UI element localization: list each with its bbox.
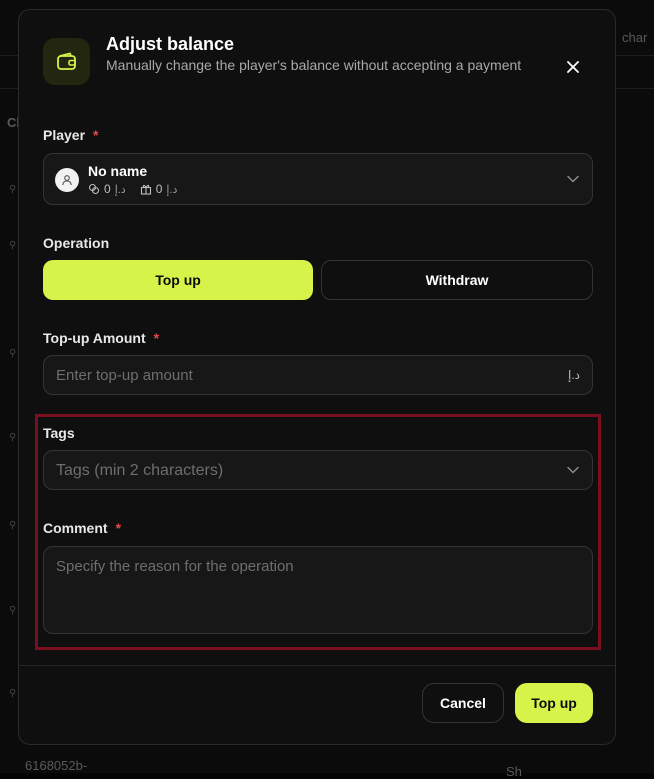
footer-divider	[19, 665, 615, 666]
player-label-text: Player	[43, 127, 86, 143]
user-icon: ⚲	[9, 520, 17, 531]
player-balances: 0 د.إ 0 د.إ	[88, 182, 177, 196]
modal-subtitle: Manually change the player's balance wit…	[106, 57, 522, 73]
chevron-down-icon	[567, 466, 579, 474]
amount-input[interactable]	[44, 356, 592, 394]
required-mark: *	[115, 520, 122, 536]
operation-top-up-button[interactable]: Top up	[43, 260, 313, 300]
comment-label: Comment *	[43, 520, 121, 536]
gift-icon	[140, 184, 151, 195]
wallet-icon	[43, 38, 90, 85]
comment-textarea[interactable]	[44, 547, 592, 633]
backdrop-text-fragment: char	[622, 30, 648, 45]
operation-label: Operation	[43, 235, 110, 251]
amount-label-text: Top-up Amount	[43, 330, 146, 346]
cancel-button[interactable]: Cancel	[422, 683, 504, 723]
user-icon: ⚲	[9, 688, 17, 699]
tags-label: Tags	[43, 425, 75, 441]
close-button[interactable]	[559, 53, 587, 81]
comment-field	[43, 546, 593, 634]
chevron-down-icon	[567, 175, 579, 183]
tags-select[interactable]: Tags (min 2 characters)	[43, 450, 593, 490]
user-icon: ⚲	[9, 605, 17, 616]
backdrop-text-fragment: 6168052b-	[25, 758, 88, 773]
comment-label-text: Comment	[43, 520, 108, 536]
modal-title: Adjust balance	[106, 34, 235, 54]
bonus-currency: د.إ	[166, 183, 178, 196]
amount-currency: د.إ	[567, 368, 580, 382]
player-label: Player *	[43, 127, 99, 143]
tags-placeholder: Tags (min 2 characters)	[56, 462, 224, 479]
avatar	[55, 168, 79, 192]
amount-label: Top-up Amount *	[43, 330, 159, 346]
bonus-value: 0	[155, 182, 163, 196]
user-icon: ⚲	[9, 184, 17, 195]
backdrop-text-fragment: Sh	[506, 764, 522, 779]
top-up-submit-button[interactable]: Top up	[515, 683, 593, 723]
balance-value: 0	[104, 182, 111, 196]
user-icon: ⚲	[9, 348, 17, 359]
coins-icon	[88, 183, 100, 195]
user-icon: ⚲	[9, 240, 17, 251]
player-select[interactable]: No name 0 د.إ 0 د.إ	[43, 153, 593, 205]
close-icon	[567, 61, 579, 73]
operation-withdraw-button[interactable]: Withdraw	[321, 260, 593, 300]
required-mark: *	[153, 330, 160, 346]
balance-currency: د.إ	[114, 183, 126, 196]
user-icon: ⚲	[9, 432, 17, 443]
player-name: No name	[88, 163, 148, 179]
adjust-balance-modal: Adjust balance Manually change the playe…	[18, 9, 616, 745]
required-mark: *	[93, 127, 99, 143]
user-icon	[62, 175, 72, 186]
amount-field: د.إ	[43, 355, 593, 395]
